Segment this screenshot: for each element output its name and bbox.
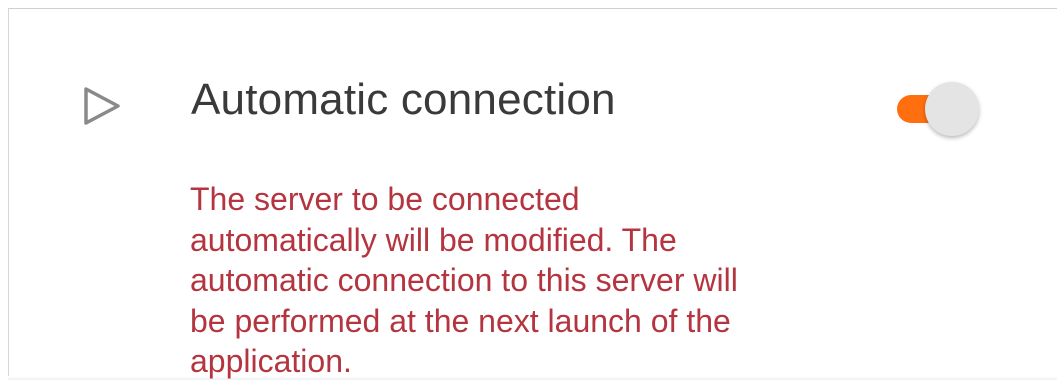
warning-line: application. xyxy=(190,343,352,379)
automatic-connection-row: Automatic connection The server to be co… xyxy=(8,9,1057,380)
warning-line: The server to be connected xyxy=(190,181,580,217)
warning-message: The server to be connected automatically… xyxy=(190,179,850,382)
automatic-connection-toggle[interactable] xyxy=(888,78,988,138)
warning-line: be performed at the next launch of the xyxy=(190,302,731,339)
setting-title: Automatic connection xyxy=(191,75,616,124)
toggle-thumb[interactable] xyxy=(925,82,979,136)
warning-line: automatically will be modified. The xyxy=(190,221,677,258)
warning-line: automatic connection to this server will xyxy=(190,262,738,298)
settings-panel: Automatic connection The server to be co… xyxy=(0,0,1057,380)
play-outline-icon xyxy=(82,86,122,126)
